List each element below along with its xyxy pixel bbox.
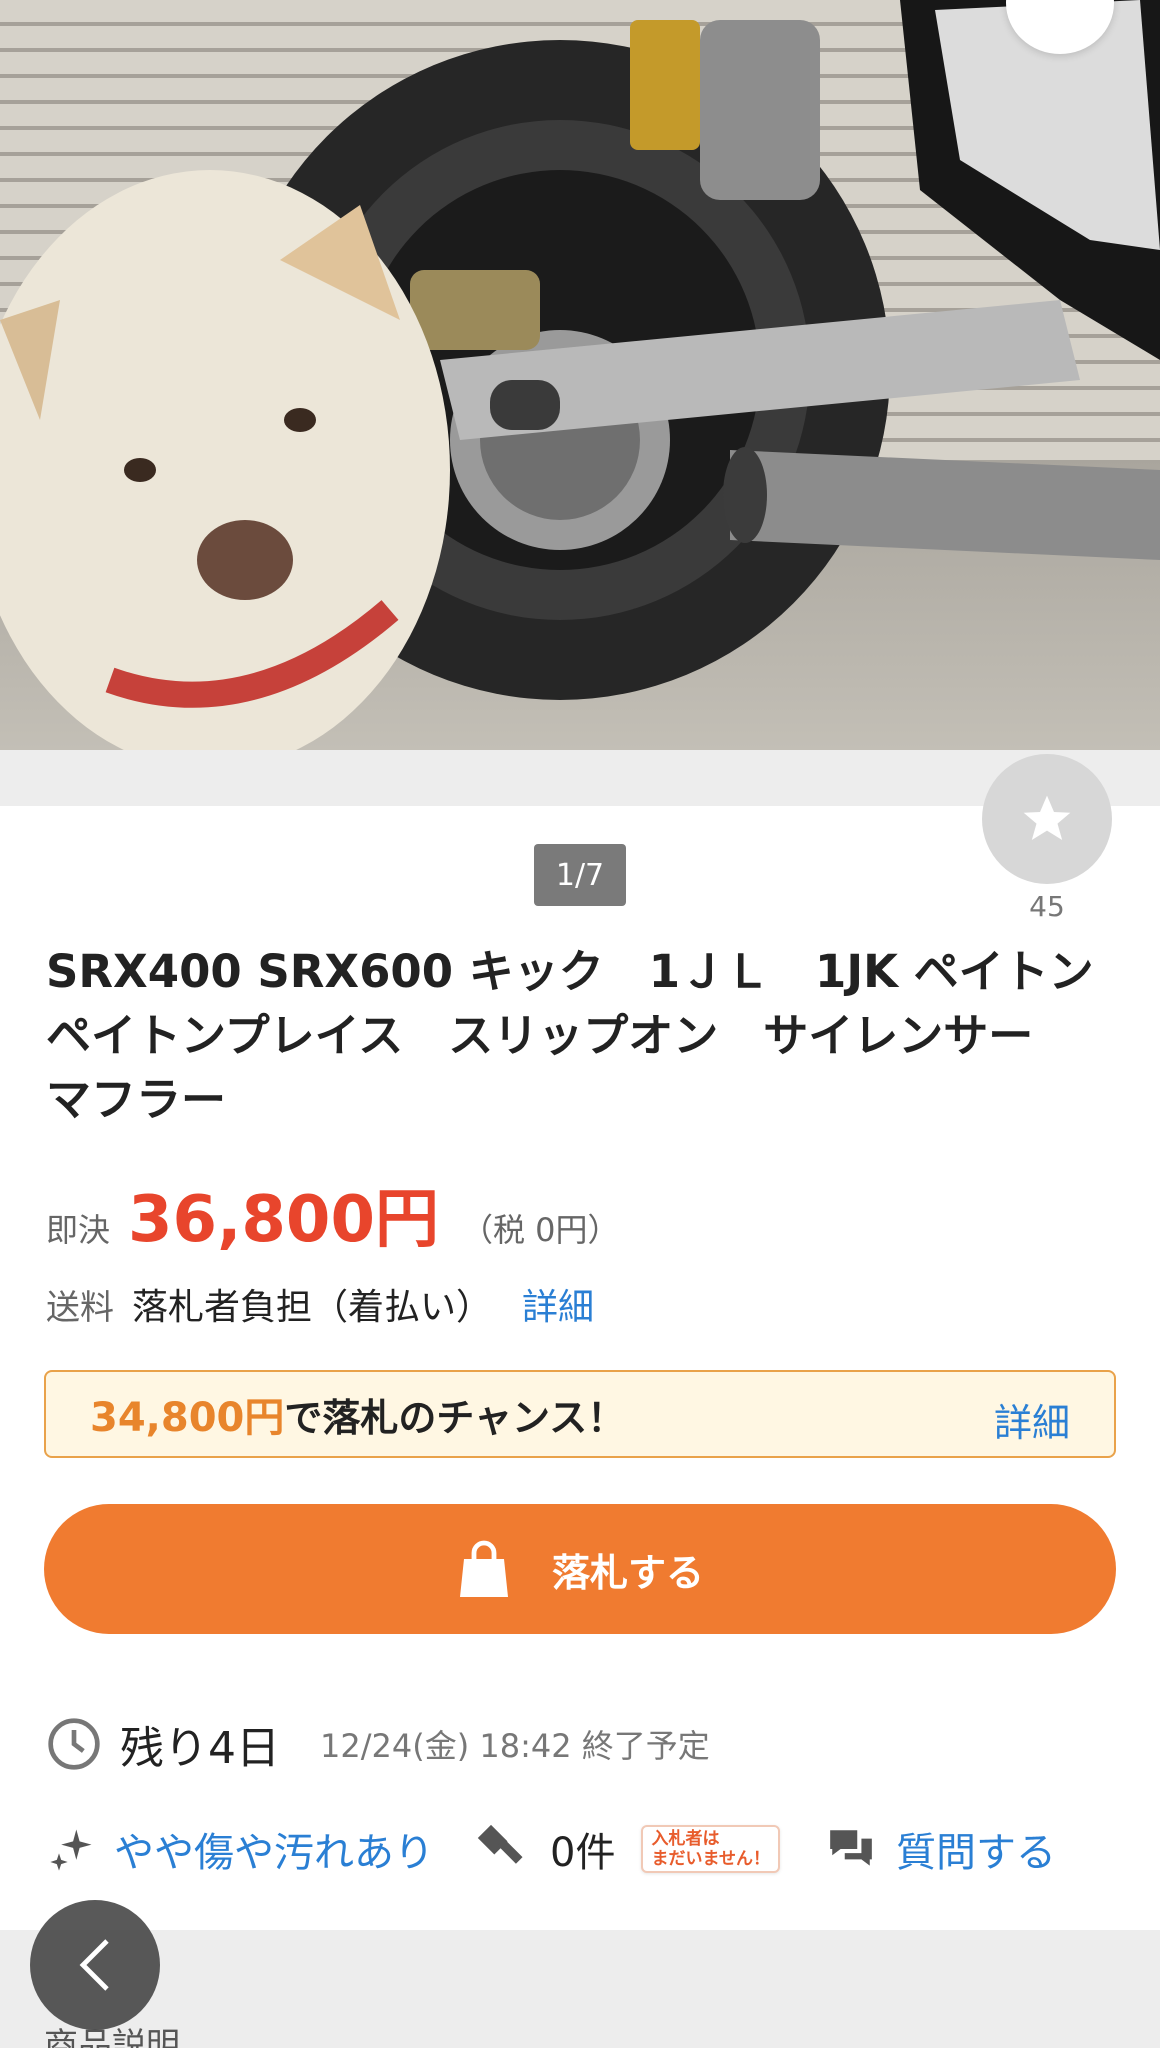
chance-price: 34,800円 [90, 1395, 285, 1441]
time-remaining: 残り4日 [120, 1723, 280, 1774]
item-title: SRX400 SRX600 キック 1ＪＬ 1JK ペイトン ペイトンプレイス … [46, 945, 1139, 1126]
buy-now-label: 即決 [46, 1211, 111, 1249]
no-bidders-line2: まだいません！ [651, 1849, 770, 1869]
item-photo[interactable]: ••• [0, 0, 1160, 750]
no-bidders-badge: 入札者は まだいません！ [641, 1825, 780, 1873]
shopping-bag-icon [459, 1540, 508, 1597]
buy-now-button[interactable]: 落札する [44, 1504, 1116, 1634]
sparkle-icon [50, 1829, 92, 1871]
time-row: 残り4日 12/24(金) 18:42 終了予定 [46, 1712, 710, 1776]
clock-icon [48, 1718, 100, 1770]
shipping-details-link[interactable]: 詳細 [522, 1278, 594, 1330]
watch-button[interactable] [982, 754, 1112, 884]
bid-count-value: 0件 [550, 1830, 616, 1876]
shipping-label: 送料 [46, 1288, 114, 1328]
star-icon [1023, 795, 1071, 840]
shipping-row: 送料 落札者負担（着払い） 詳細 [46, 1278, 594, 1330]
item-info-row: やや傷や汚れあり 0件 入札者は まだいません！ 質問する [46, 1814, 1126, 1884]
tax-amount: （税 0円） [460, 1211, 620, 1249]
photo-illustration [0, 0, 1160, 750]
image-pager: 1/7 [534, 844, 626, 906]
item-condition-label: やや傷や汚れあり [114, 1830, 434, 1876]
dog-nose [197, 520, 293, 600]
back-button[interactable] [30, 1900, 160, 2030]
buy-now-button-label: 落札する [551, 1550, 704, 1595]
more-icon: ••• [1022, 0, 1099, 10]
chance-banner[interactable]: 34,800円 で落札のチャンス！ 詳細 [44, 1370, 1116, 1458]
watch-count: 45 [1029, 890, 1065, 923]
chat-bubbles-icon [830, 1830, 872, 1866]
buy-now-price: 36,800円 [128, 1183, 439, 1257]
ask-question-label: 質問する [895, 1830, 1056, 1876]
price-row: 即決 36,800円 （税 0円） [46, 1168, 620, 1260]
auction-gavel-icon [477, 1824, 523, 1864]
no-bidders-line1: 入札者は [651, 1829, 720, 1849]
end-time: 12/24(金) 18:42 終了予定 [320, 1727, 710, 1765]
chevron-left-icon [79, 1939, 109, 1991]
chance-details-link[interactable]: 詳細 [994, 1392, 1070, 1447]
ask-question-link[interactable]: 質問する [826, 1820, 1056, 1878]
chance-text: で落札のチャンス！ [284, 1395, 626, 1440]
bid-count: 0件 入札者は まだいません！ [474, 1820, 780, 1878]
shock-absorber [630, 20, 700, 150]
shipping-value: 落札者負担（着払い） [132, 1287, 493, 1328]
brake-caliper [410, 270, 540, 350]
item-condition[interactable]: やや傷や汚れあり [46, 1820, 434, 1878]
